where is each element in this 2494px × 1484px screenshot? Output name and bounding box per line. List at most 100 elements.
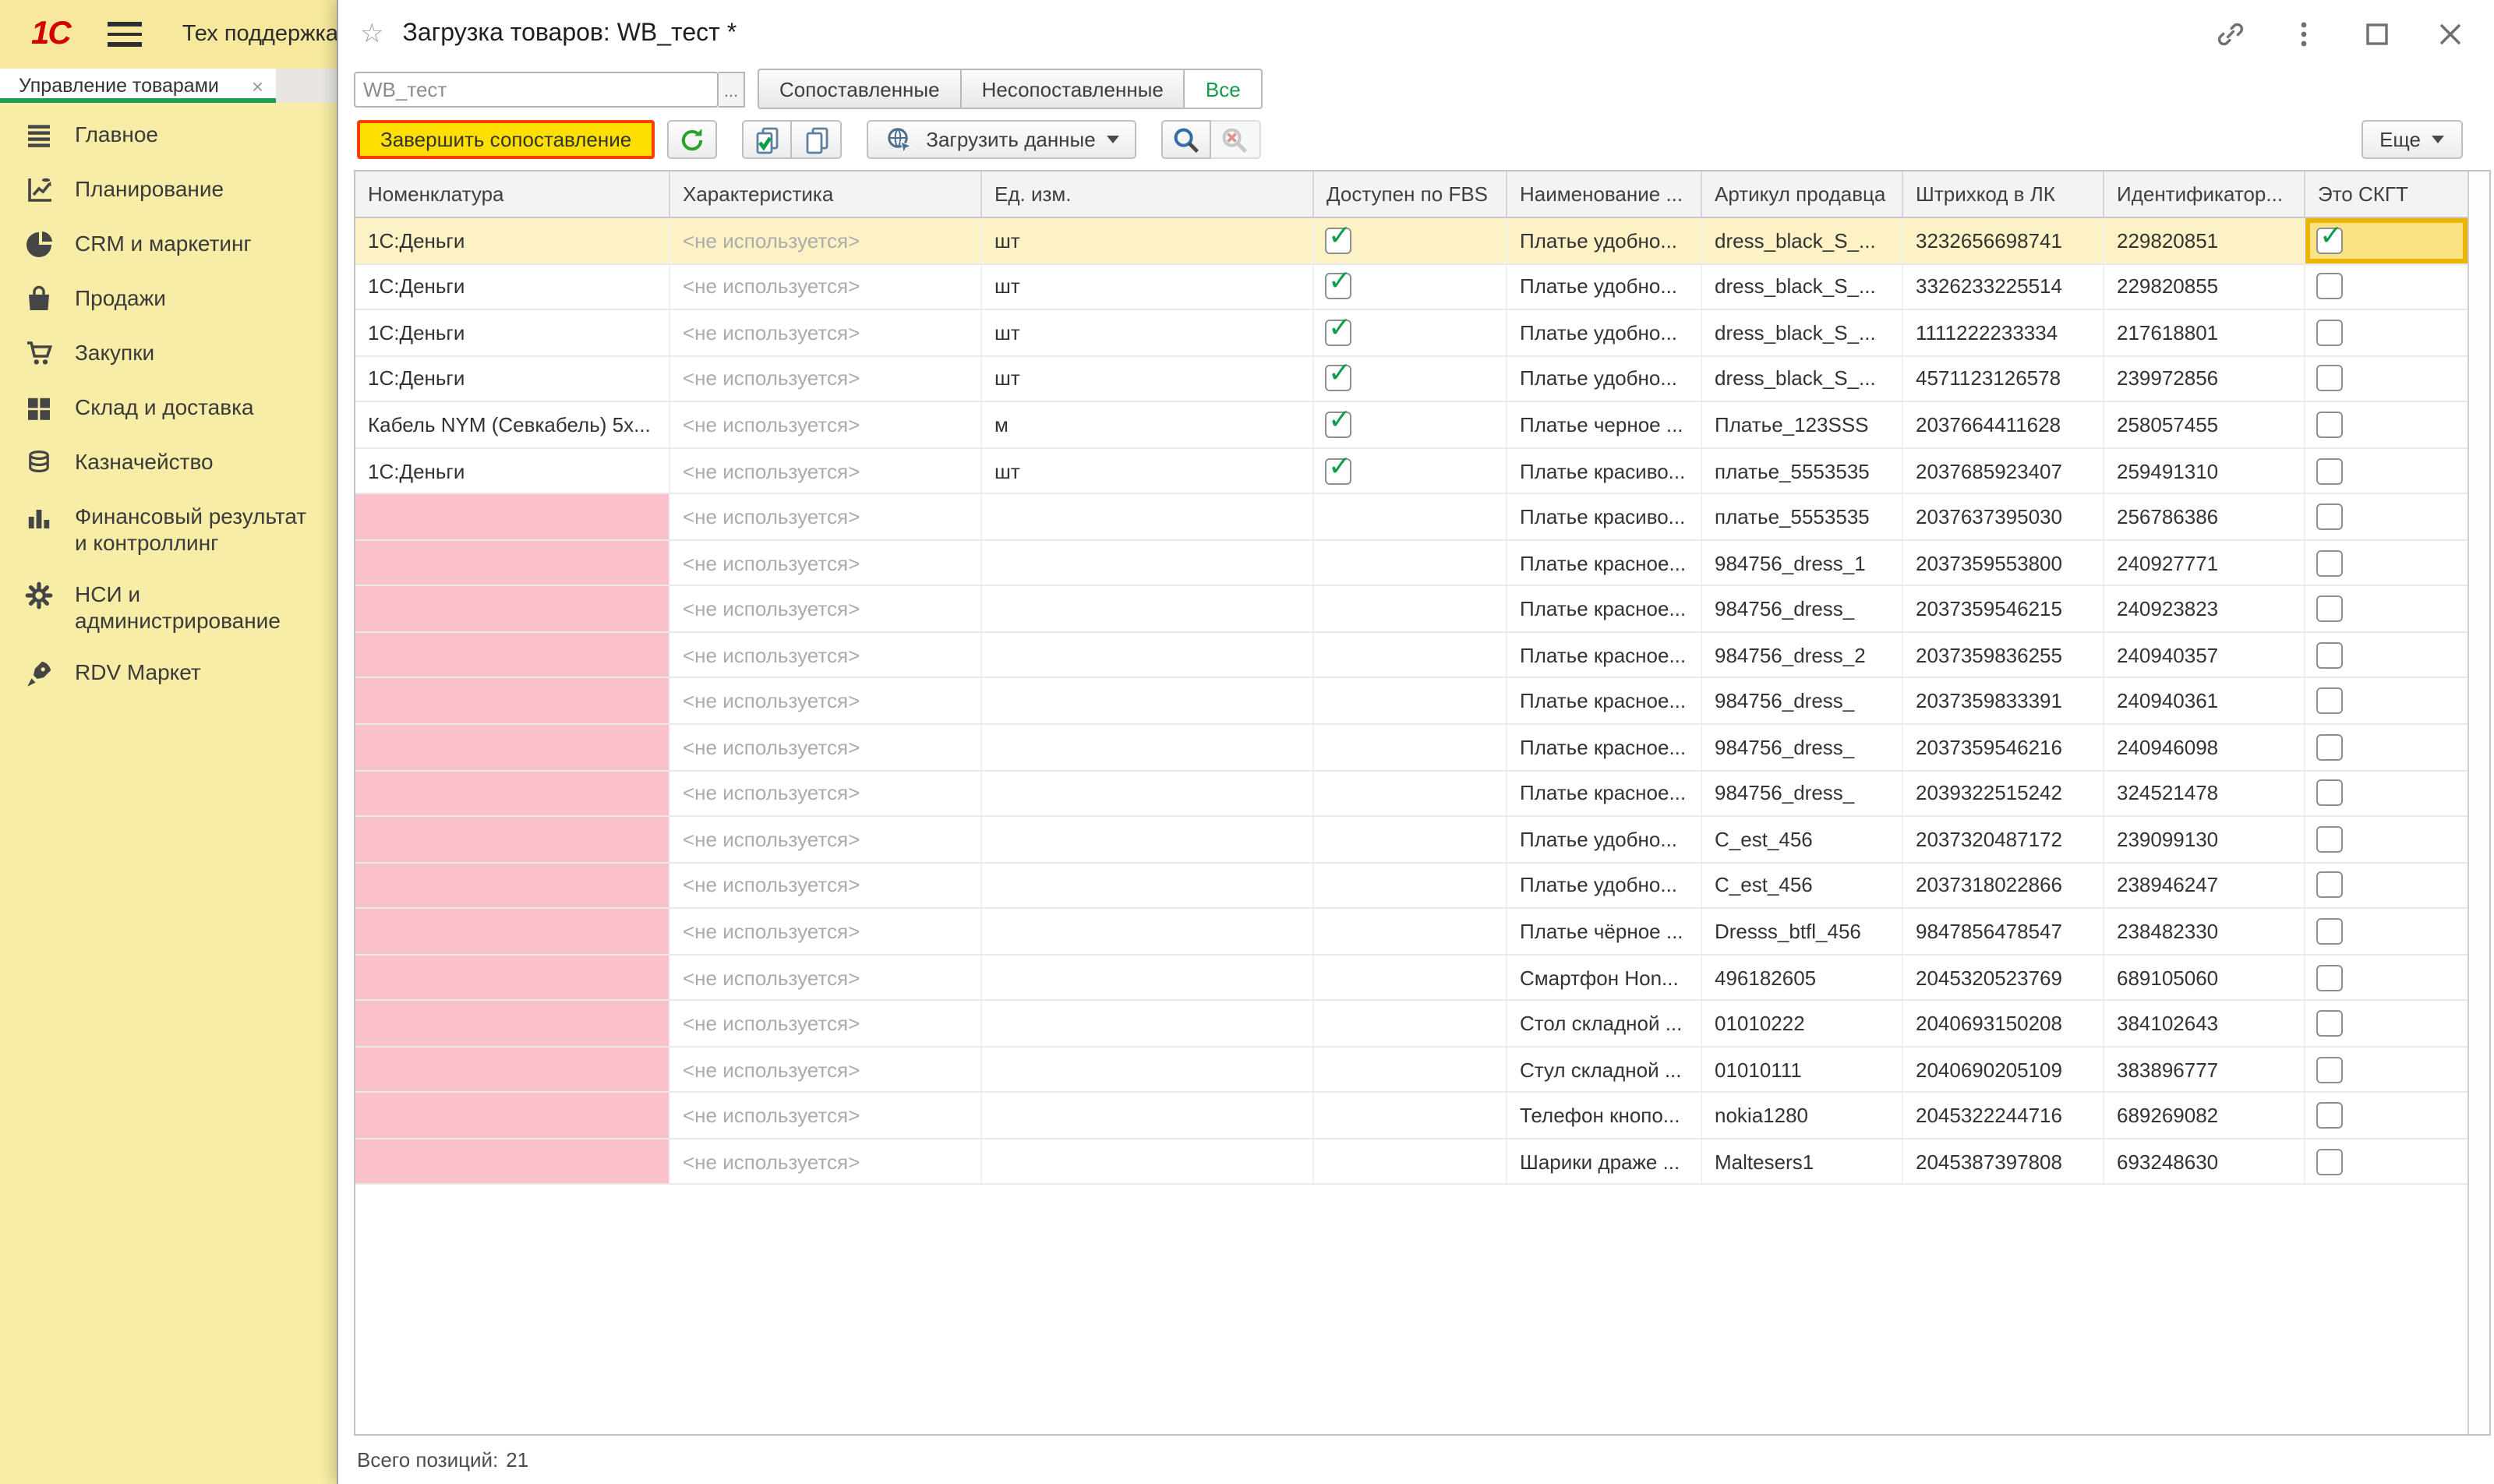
cell-characteristic[interactable]: <не используется> bbox=[670, 1093, 982, 1138]
skgt-checkbox[interactable] bbox=[2316, 319, 2343, 346]
cell-article[interactable]: 984756_dress_ bbox=[1702, 678, 1903, 724]
cell-identifier[interactable]: 383896777 bbox=[2104, 1047, 2305, 1092]
table-row[interactable]: <не используется> Смартфон Hon... 496182… bbox=[355, 955, 2468, 1002]
cell-skgt[interactable] bbox=[2305, 817, 2468, 861]
column-header-nomenclature[interactable]: Номенклатура bbox=[355, 171, 670, 217]
cell-nomenclature[interactable] bbox=[355, 771, 670, 816]
filter-unmatched[interactable]: Несопоставленные bbox=[961, 69, 1185, 109]
cell-unit[interactable]: шт bbox=[982, 264, 1314, 309]
cell-unit[interactable] bbox=[982, 771, 1314, 816]
sidebar-item-purchases[interactable]: Закупки bbox=[0, 327, 337, 382]
cell-article[interactable]: платье_5553535 bbox=[1702, 494, 1903, 539]
cell-characteristic[interactable]: <не используется> bbox=[670, 909, 982, 954]
cell-article[interactable]: C_est_456 bbox=[1702, 817, 1903, 862]
cell-barcode[interactable]: 2037359833391 bbox=[1903, 678, 2104, 724]
cell-name[interactable]: Стол складной ... bbox=[1507, 1001, 1702, 1046]
table-row[interactable]: 1С:Деньги <не используется> шт Платье уд… bbox=[355, 310, 2468, 357]
cell-skgt[interactable] bbox=[2305, 1140, 2468, 1184]
load-data-button[interactable]: Загрузить данные bbox=[867, 120, 1136, 159]
cell-skgt[interactable] bbox=[2305, 1002, 2468, 1046]
cell-name[interactable]: Платье красное... bbox=[1507, 678, 1702, 724]
tab-product-management[interactable]: Управление товарами × bbox=[0, 69, 276, 103]
fbs-checkbox[interactable] bbox=[1325, 404, 1351, 438]
cell-fbs[interactable] bbox=[1314, 1047, 1507, 1092]
cell-characteristic[interactable]: <не используется> bbox=[670, 1139, 982, 1184]
cell-identifier[interactable]: 693248630 bbox=[2104, 1139, 2305, 1184]
skgt-checkbox[interactable] bbox=[2316, 1010, 2343, 1037]
cell-article[interactable]: Maltesers1 bbox=[1702, 1139, 1903, 1184]
cell-characteristic[interactable]: <не используется> bbox=[670, 494, 982, 539]
cell-name[interactable]: Платье удобно... bbox=[1507, 863, 1702, 908]
column-header-fbs[interactable]: Доступен по FBS bbox=[1314, 171, 1507, 217]
cell-name[interactable]: Платье красное... bbox=[1507, 771, 1702, 816]
cell-identifier[interactable]: 240946098 bbox=[2104, 725, 2305, 770]
cell-unit[interactable] bbox=[982, 540, 1314, 585]
cell-nomenclature[interactable] bbox=[355, 817, 670, 862]
cell-barcode[interactable]: 2037359553800 bbox=[1903, 540, 2104, 585]
cell-skgt[interactable] bbox=[2305, 909, 2468, 953]
cell-identifier[interactable]: 259491310 bbox=[2104, 448, 2305, 493]
cell-nomenclature[interactable] bbox=[355, 909, 670, 954]
cell-name[interactable]: Платье красиво... bbox=[1507, 494, 1702, 539]
table-row[interactable]: <не используется> Стол складной ... 0101… bbox=[355, 1001, 2468, 1048]
cell-identifier[interactable]: 689105060 bbox=[2104, 955, 2305, 1000]
cell-unit[interactable] bbox=[982, 1001, 1314, 1046]
cell-fbs[interactable] bbox=[1314, 540, 1507, 585]
cell-article[interactable]: dress_black_S_... bbox=[1702, 218, 1903, 263]
column-header-name[interactable]: Наименование ... bbox=[1507, 171, 1702, 217]
cell-unit[interactable] bbox=[982, 863, 1314, 908]
cell-barcode[interactable]: 2037359546216 bbox=[1903, 725, 2104, 770]
cell-identifier[interactable]: 384102643 bbox=[2104, 1001, 2305, 1046]
skgt-checkbox[interactable] bbox=[2316, 687, 2343, 715]
cell-skgt[interactable] bbox=[2305, 633, 2468, 677]
filter-all[interactable]: Все bbox=[1185, 69, 1263, 109]
column-header-skgt[interactable]: Это СКГТ bbox=[2305, 171, 2468, 217]
cell-skgt[interactable] bbox=[2305, 402, 2468, 447]
cell-name[interactable]: Стул складной ... bbox=[1507, 1047, 1702, 1092]
skgt-checkbox[interactable] bbox=[2316, 458, 2343, 484]
cell-characteristic[interactable]: <не используется> bbox=[670, 771, 982, 816]
cell-nomenclature[interactable] bbox=[355, 725, 670, 770]
fbs-checkbox[interactable] bbox=[1325, 358, 1351, 392]
cell-barcode[interactable]: 2045387397808 bbox=[1903, 1139, 2104, 1184]
skgt-checkbox[interactable] bbox=[2316, 549, 2343, 577]
refresh-button[interactable] bbox=[667, 120, 718, 159]
cell-fbs[interactable] bbox=[1314, 771, 1507, 816]
cell-article[interactable]: 01010111 bbox=[1702, 1047, 1903, 1092]
cell-nomenclature[interactable] bbox=[355, 540, 670, 585]
cell-article[interactable]: 984756_dress_1 bbox=[1702, 540, 1903, 585]
close-icon[interactable] bbox=[2435, 19, 2466, 50]
cell-characteristic[interactable]: <не используется> bbox=[670, 817, 982, 862]
cell-nomenclature[interactable]: Кабель NYM (Севкабель) 5х... bbox=[355, 402, 670, 447]
column-header-article[interactable]: Артикул продавца bbox=[1702, 171, 1903, 217]
cell-article[interactable]: 984756_dress_2 bbox=[1702, 632, 1903, 677]
cell-name[interactable]: Платье удобно... bbox=[1507, 310, 1702, 355]
sidebar-item-warehouse[interactable]: Склад и доставка bbox=[0, 382, 337, 436]
favorite-star-icon[interactable]: ☆ bbox=[360, 19, 384, 50]
skgt-checkbox[interactable] bbox=[2316, 1056, 2343, 1083]
finish-matching-button[interactable]: Завершить сопоставление bbox=[357, 120, 655, 159]
fbs-checkbox[interactable] bbox=[1325, 450, 1351, 484]
cell-name[interactable]: Платье удобно... bbox=[1507, 264, 1702, 309]
cell-skgt[interactable] bbox=[2305, 448, 2468, 493]
column-header-unit[interactable]: Ед. изм. bbox=[982, 171, 1314, 217]
cell-barcode[interactable]: 2037318022866 bbox=[1903, 863, 2104, 908]
cell-unit[interactable] bbox=[982, 955, 1314, 1000]
table-row[interactable]: <не используется> Платье красное... 9847… bbox=[355, 540, 2468, 587]
cell-barcode[interactable]: 4571123126578 bbox=[1903, 356, 2104, 401]
cell-identifier[interactable]: 240923823 bbox=[2104, 586, 2305, 631]
cell-fbs[interactable] bbox=[1314, 1093, 1507, 1138]
profile-input[interactable] bbox=[354, 71, 719, 107]
cell-fbs[interactable] bbox=[1314, 909, 1507, 954]
cell-fbs[interactable] bbox=[1314, 817, 1507, 862]
cell-identifier[interactable]: 238946247 bbox=[2104, 863, 2305, 908]
cell-fbs[interactable] bbox=[1314, 494, 1507, 539]
cell-unit[interactable] bbox=[982, 494, 1314, 539]
table-row[interactable]: Кабель NYM (Севкабель) 5х... <не использ… bbox=[355, 402, 2468, 449]
column-header-identifier[interactable]: Идентификатор... bbox=[2104, 171, 2305, 217]
cell-identifier[interactable]: 258057455 bbox=[2104, 402, 2305, 447]
skgt-checkbox[interactable] bbox=[2316, 871, 2343, 899]
table-row[interactable]: <не используется> Платье красное... 9847… bbox=[355, 725, 2468, 772]
cell-skgt[interactable] bbox=[2305, 1048, 2468, 1092]
cell-characteristic[interactable]: <не используется> bbox=[670, 632, 982, 677]
